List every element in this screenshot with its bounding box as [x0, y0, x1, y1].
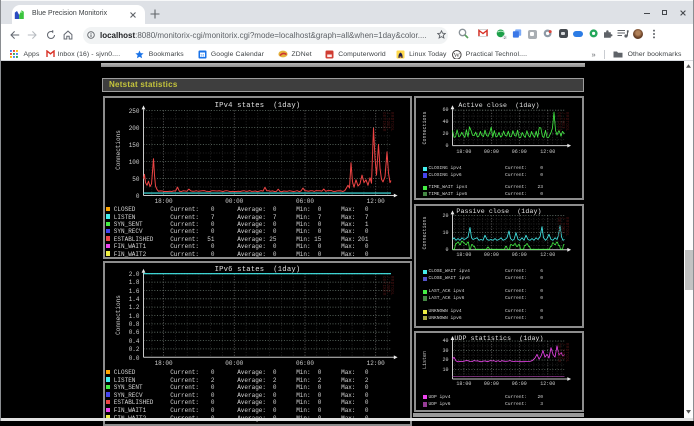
svg-text:W: W	[454, 52, 461, 59]
svg-text:31: 31	[200, 52, 205, 57]
svg-text:2: 2	[503, 36, 505, 39]
